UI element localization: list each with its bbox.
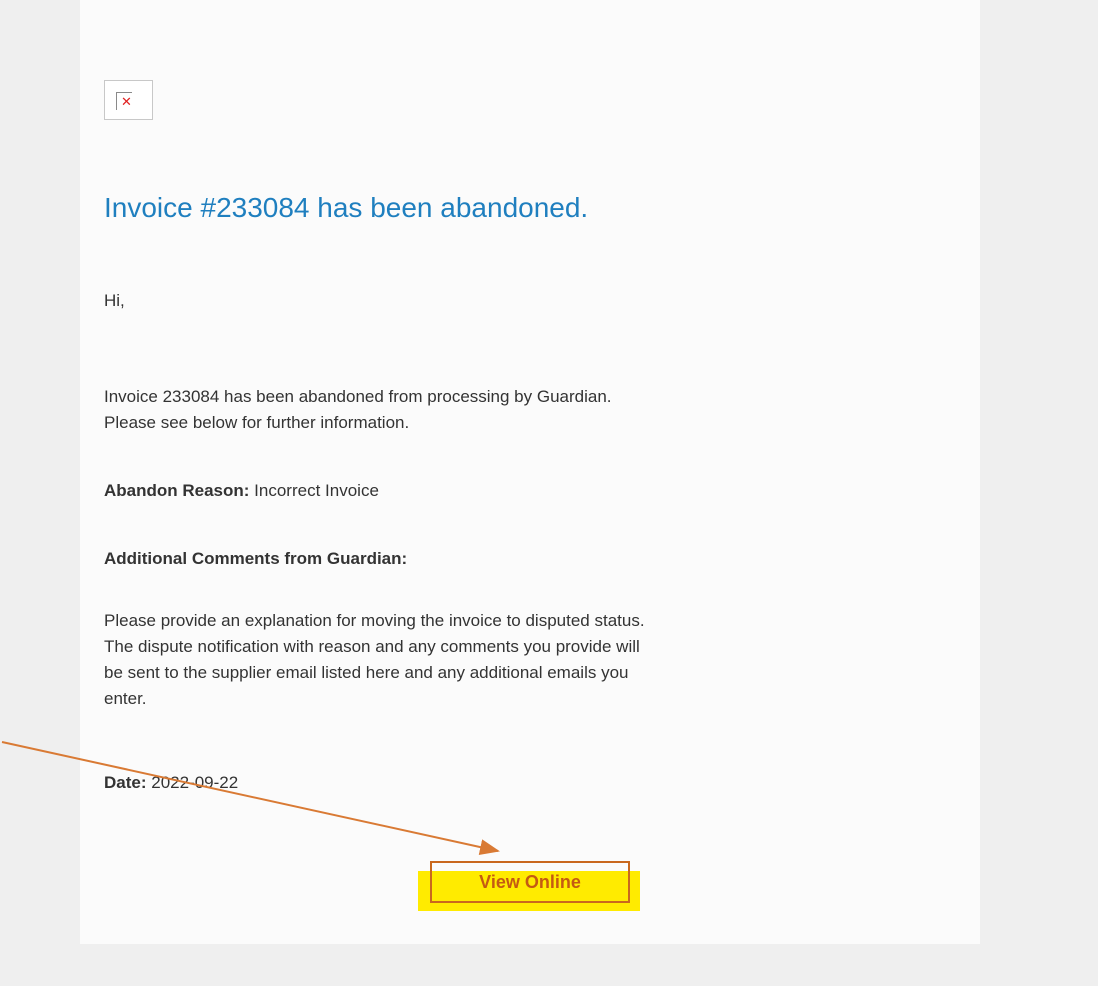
email-headline: Invoice #233084 has been abandoned. [104,192,589,223]
broken-image-icon: ✕ [104,80,153,120]
comments-line-1: Please provide an explanation for moving… [104,611,645,630]
comments-label-text: Additional Comments from Guardian: [104,549,408,568]
comments-line-3: be sent to the supplier email listed her… [104,663,629,682]
date-value: 2022-09-22 [146,773,239,792]
abandon-reason-value: Incorrect Invoice [249,481,379,500]
comments-label: Additional Comments from Guardian: [104,546,407,572]
intro-line-1: Invoice 233084 has been abandoned from p… [104,387,612,406]
date-line: Date: 2022-09-22 [104,770,238,796]
abandon-reason-label: Abandon Reason: [104,481,250,500]
abandon-reason: Abandon Reason: Incorrect Invoice [104,478,379,504]
close-icon: ✕ [121,94,132,109]
intro-line-2: Please see below for further information… [104,413,410,432]
greeting-text: Hi, [104,291,125,310]
email-body [80,0,980,944]
comments-line-2: The dispute notification with reason and… [104,637,640,656]
comments-line-4: enter. [104,689,147,708]
view-online-button[interactable]: View Online [430,861,630,903]
date-label: Date: [104,773,147,792]
